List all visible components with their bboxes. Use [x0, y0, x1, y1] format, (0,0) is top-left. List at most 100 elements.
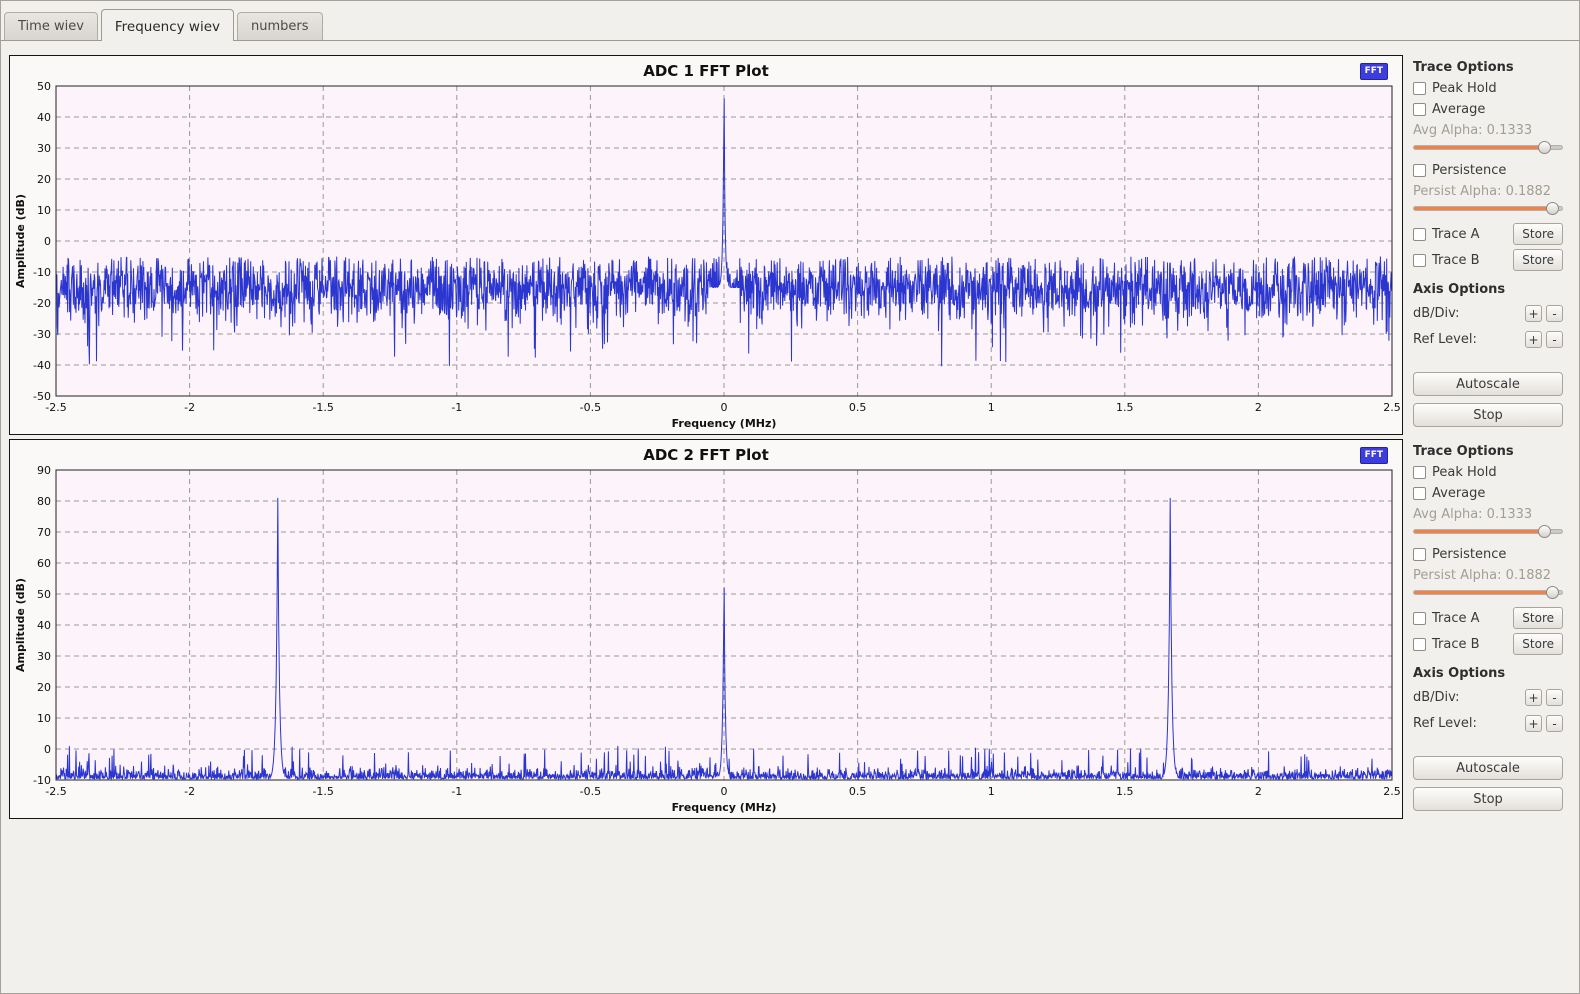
avg-alpha-slider[interactable] [1413, 524, 1563, 539]
svg-text:-1.5: -1.5 [312, 401, 333, 414]
persistence-row[interactable]: Persistence [1413, 163, 1563, 178]
svg-text:2.5: 2.5 [1383, 401, 1400, 414]
tab-numbers[interactable]: numbers [237, 12, 323, 40]
db-div-minus-button[interactable]: - [1546, 689, 1563, 706]
average-row[interactable]: Average [1413, 486, 1563, 501]
avg-alpha-slider-thumb[interactable] [1538, 141, 1551, 154]
trace-a-label: Trace A [1432, 227, 1480, 242]
peak-hold-row[interactable]: Peak Hold [1413, 81, 1563, 96]
trace-a-check-row[interactable]: Trace A [1413, 611, 1480, 626]
trace-a-checkbox[interactable] [1413, 228, 1426, 241]
average-label: Average [1432, 486, 1485, 501]
ref-level-plus-button[interactable]: + [1525, 331, 1542, 348]
tab-time-view[interactable]: Time wiev [4, 12, 98, 40]
adc2-control-panel: Trace Options Peak Hold Average Avg Alph… [1403, 439, 1571, 819]
svg-text:90: 90 [37, 464, 51, 477]
db-div-plus-button[interactable]: + [1525, 689, 1542, 706]
svg-text:-1.5: -1.5 [312, 785, 333, 798]
tab-frequency-view[interactable]: Frequency wiev [101, 9, 234, 41]
adc2-fft-badge[interactable]: FFT [1360, 447, 1388, 464]
stop-button[interactable]: Stop [1413, 787, 1563, 811]
average-row[interactable]: Average [1413, 102, 1563, 117]
svg-text:10: 10 [37, 712, 51, 725]
ref-level-minus-button[interactable]: - [1546, 331, 1563, 348]
svg-text:0: 0 [44, 235, 51, 248]
trace-b-checkbox[interactable] [1413, 638, 1426, 651]
svg-text:-1: -1 [451, 401, 462, 414]
svg-text:70: 70 [37, 526, 51, 539]
db-div-label: dB/Div: [1413, 690, 1521, 705]
svg-text:-0.5: -0.5 [580, 785, 601, 798]
svg-text:0: 0 [44, 743, 51, 756]
ref-level-row: Ref Level: + - [1413, 715, 1563, 732]
trace-a-store-button[interactable]: Store [1513, 607, 1563, 629]
avg-alpha-label: Avg Alpha: 0.1333 [1413, 123, 1563, 138]
svg-text:1: 1 [988, 785, 995, 798]
db-div-minus-button[interactable]: - [1546, 305, 1563, 322]
avg-alpha-slider-thumb[interactable] [1538, 525, 1551, 538]
persist-alpha-slider-track[interactable] [1413, 590, 1563, 595]
trace-a-store-button[interactable]: Store [1513, 223, 1563, 245]
trace-b-checkbox[interactable] [1413, 254, 1426, 267]
persist-alpha-slider-track[interactable] [1413, 206, 1563, 211]
autoscale-button[interactable]: Autoscale [1413, 372, 1563, 396]
peak-hold-checkbox[interactable] [1413, 82, 1426, 95]
db-div-label: dB/Div: [1413, 306, 1521, 321]
persist-alpha-slider[interactable] [1413, 201, 1563, 216]
adc1-control-panel: Trace Options Peak Hold Average Avg Alph… [1403, 55, 1571, 435]
adc1-plot-title: ADC 1 FFT Plot [10, 62, 1402, 80]
axis-options-title: Axis Options [1413, 666, 1563, 681]
adc1-fft-badge[interactable]: FFT [1360, 63, 1388, 80]
trace-b-check-row[interactable]: Trace B [1413, 253, 1480, 268]
persist-alpha-label: Persist Alpha: 0.1882 [1413, 184, 1563, 199]
peak-hold-label: Peak Hold [1432, 465, 1497, 480]
svg-text:Frequency (MHz): Frequency (MHz) [672, 417, 777, 430]
adc1-fft-chart[interactable]: -2.5-2-1.5-1-0.500.511.522.5-50-40-30-20… [12, 80, 1400, 432]
ref-level-minus-button[interactable]: - [1546, 715, 1563, 732]
trace-a-row: Trace A Store [1413, 223, 1563, 245]
trace-b-check-row[interactable]: Trace B [1413, 637, 1480, 652]
adc2-row: ADC 2 FFT Plot FFT -2.5-2-1.5-1-0.500.51… [9, 439, 1571, 819]
svg-text:20: 20 [37, 681, 51, 694]
persistence-checkbox[interactable] [1413, 164, 1426, 177]
autoscale-button[interactable]: Autoscale [1413, 756, 1563, 780]
persist-alpha-slider-thumb[interactable] [1546, 586, 1559, 599]
trace-options-title: Trace Options [1413, 444, 1563, 459]
svg-text:Frequency (MHz): Frequency (MHz) [672, 801, 777, 814]
adc1-plot-canvas[interactable]: -2.5-2-1.5-1-0.500.511.522.5-50-40-30-20… [12, 80, 1400, 432]
tab-bar: Time wiev Frequency wiev numbers [1, 1, 1579, 41]
svg-text:20: 20 [37, 173, 51, 186]
tab-time-view-label: Time wiev [18, 19, 84, 34]
svg-text:-20: -20 [33, 297, 51, 310]
persist-alpha-slider-thumb[interactable] [1546, 202, 1559, 215]
adc2-fft-chart[interactable]: -2.5-2-1.5-1-0.500.511.522.5-10010203040… [12, 464, 1400, 816]
avg-alpha-slider[interactable] [1413, 140, 1563, 155]
ref-level-plus-button[interactable]: + [1525, 715, 1542, 732]
average-checkbox[interactable] [1413, 103, 1426, 116]
svg-text:-10: -10 [33, 774, 51, 787]
persistence-row[interactable]: Persistence [1413, 547, 1563, 562]
trace-options-title: Trace Options [1413, 60, 1563, 75]
trace-a-check-row[interactable]: Trace A [1413, 227, 1480, 242]
persistence-checkbox[interactable] [1413, 548, 1426, 561]
avg-alpha-label: Avg Alpha: 0.1333 [1413, 507, 1563, 522]
ref-level-label: Ref Level: [1413, 332, 1521, 347]
persist-alpha-slider[interactable] [1413, 585, 1563, 600]
svg-text:-50: -50 [33, 390, 51, 403]
stop-button[interactable]: Stop [1413, 403, 1563, 427]
peak-hold-row[interactable]: Peak Hold [1413, 465, 1563, 480]
average-checkbox[interactable] [1413, 487, 1426, 500]
avg-alpha-slider-fill [1414, 146, 1544, 149]
svg-text:40: 40 [37, 111, 51, 124]
svg-text:30: 30 [37, 142, 51, 155]
adc2-plot-canvas[interactable]: -2.5-2-1.5-1-0.500.511.522.5-10010203040… [12, 464, 1400, 816]
average-label: Average [1432, 102, 1485, 117]
trace-a-checkbox[interactable] [1413, 612, 1426, 625]
trace-b-row: Trace B Store [1413, 249, 1563, 271]
svg-text:-40: -40 [33, 359, 51, 372]
trace-b-store-button[interactable]: Store [1513, 633, 1563, 655]
db-div-plus-button[interactable]: + [1525, 305, 1542, 322]
peak-hold-checkbox[interactable] [1413, 466, 1426, 479]
trace-b-store-button[interactable]: Store [1513, 249, 1563, 271]
trace-b-label: Trace B [1432, 253, 1480, 268]
